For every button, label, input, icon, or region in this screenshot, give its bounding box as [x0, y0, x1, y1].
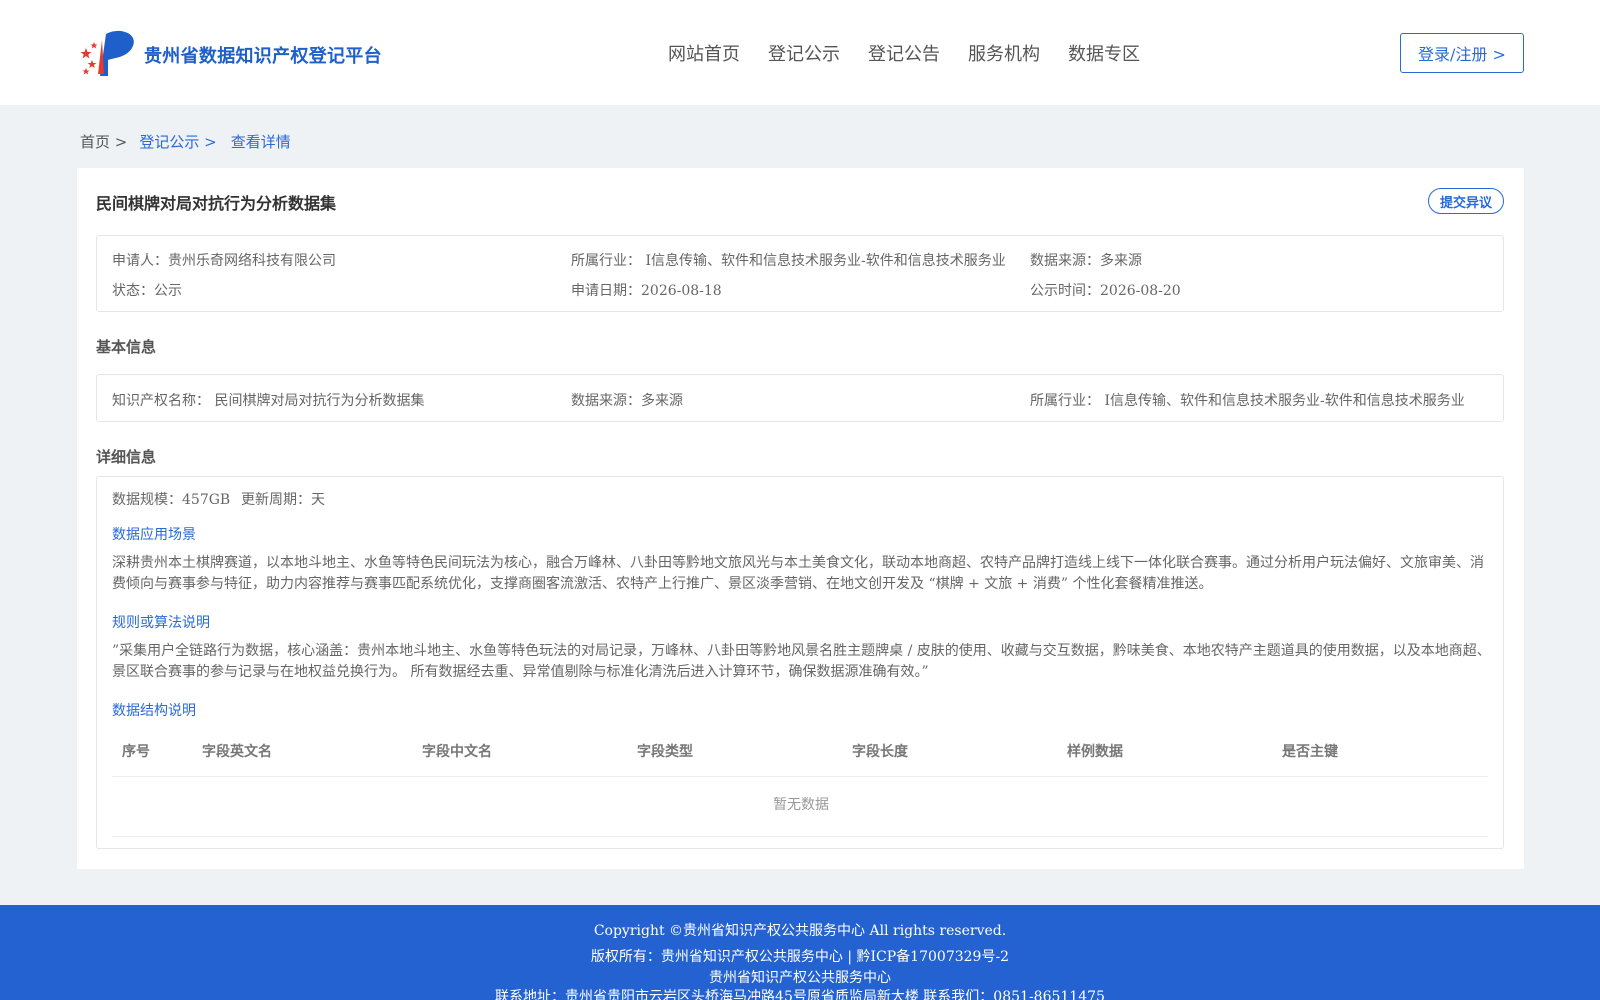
basic-industry-field: 所属行业： I信息传输、软件和信息技术服务业-软件和信息技术服务业: [1030, 393, 1465, 409]
status-field: 状态：公示: [112, 283, 182, 299]
data-source-field: 数据来源：多来源: [1030, 253, 1142, 269]
table-empty-text: 暂无数据: [773, 797, 829, 813]
breadcrumb-home[interactable]: 首页 >: [80, 131, 127, 152]
ip-name-field: 知识产权名称： 民间棋牌对局对抗行为分析数据集: [112, 393, 425, 409]
col-sample: 样例数据: [1067, 744, 1123, 760]
basic-info-heading: 基本信息: [96, 338, 157, 356]
col-field-type: 字段类型: [637, 744, 693, 760]
basic-data-source-field: 数据来源：多来源: [571, 393, 683, 409]
data-scale-field: 数据规模：457GB: [112, 492, 231, 508]
industry-field: 所属行业： I信息传输、软件和信息技术服务业-软件和信息技术服务业: [571, 253, 1006, 269]
login-register-button[interactable]: 登录/注册 >: [1400, 33, 1524, 73]
table-header-divider: [112, 776, 1488, 777]
nav-registration-notice[interactable]: 登记公告: [868, 40, 940, 66]
basic-info-box: 知识产权名称： 民间棋牌对局对抗行为分析数据集 数据来源：多来源 所属行业： I…: [96, 374, 1504, 422]
application-scene-text: 深耕贵州本土棋牌赛道，以本地斗地主、水鱼等特色民间玩法为核心，融合万峰林、八卦田…: [112, 555, 1484, 592]
site-header: 贵州省数据知识产权登记平台 网站首页 登记公示 登记公告 服务机构 数据专区 登…: [0, 0, 1600, 105]
rule-text: ”采集用户全链路行为数据，核心涵盖：贵州本地斗地主、水鱼等特色玩法的对局记录，万…: [112, 643, 1491, 680]
footer-address: 联系地址：贵州省贵阳市云岩区头桥海马冲路45号原省质监局新大楼 联系我们：085…: [495, 989, 1105, 1000]
dataset-title: 民间棋牌对局对抗行为分析数据集: [96, 194, 337, 213]
publish-date-field: 公示时间：2026-08-20: [1030, 283, 1181, 299]
col-field-cn: 字段中文名: [422, 744, 492, 760]
rule-heading: 规则或算法说明: [112, 615, 210, 631]
nav-home[interactable]: 网站首页: [668, 40, 740, 66]
col-field-length: 字段长度: [852, 744, 908, 760]
main-nav: 网站首页 登记公示 登记公告 服务机构 数据专区: [668, 40, 1168, 66]
nav-data-zone[interactable]: 数据专区: [1068, 40, 1140, 66]
summary-box: 申请人：贵州乐奇网络科技有限公司 所属行业： I信息传输、软件和信息技术服务业-…: [96, 235, 1504, 312]
footer-org: 贵州省知识产权公共服务中心: [709, 970, 891, 986]
breadcrumb-registration-public[interactable]: 登记公示 >: [139, 131, 216, 152]
platform-logo-icon[interactable]: [80, 28, 138, 78]
structure-heading: 数据结构说明: [112, 703, 196, 719]
breadcrumb: 首页 > 登记公示 > 查看详情: [80, 131, 291, 152]
breadcrumb-current: 查看详情: [230, 133, 291, 151]
detail-info-box: 数据规模：457GB 更新周期：天 数据应用场景 深耕贵州本土棋牌赛道，以本地斗…: [96, 476, 1504, 849]
platform-name[interactable]: 贵州省数据知识产权登记平台: [144, 42, 382, 68]
detail-info-heading: 详细信息: [96, 448, 157, 466]
footer-owner: 版权所有：贵州省知识产权公共服务中心 | 黔ICP备17007329号-2: [590, 949, 1010, 965]
nav-service-agencies[interactable]: 服务机构: [968, 40, 1040, 66]
footer-copyright: Copyright ©贵州省知识产权公共服务中心 All rights rese…: [593, 923, 1007, 939]
col-primary-key: 是否主键: [1282, 744, 1338, 760]
col-index: 序号: [122, 744, 150, 760]
table-bottom-divider: [112, 836, 1488, 837]
applicant-field: 申请人：贵州乐奇网络科技有限公司: [112, 253, 336, 269]
submit-objection-button[interactable]: 提交异议: [1428, 188, 1504, 214]
nav-registration-public[interactable]: 登记公示: [768, 40, 840, 66]
apply-date-field: 申请日期：2026-08-18: [571, 283, 722, 299]
application-scene-heading: 数据应用场景: [112, 527, 196, 543]
update-cycle-field: 更新周期：天: [241, 492, 325, 508]
site-footer: Copyright ©贵州省知识产权公共服务中心 All rights rese…: [0, 905, 1600, 1000]
col-field-en: 字段英文名: [202, 744, 272, 760]
detail-card: 民间棋牌对局对抗行为分析数据集 提交异议 申请人：贵州乐奇网络科技有限公司 所属…: [77, 168, 1524, 869]
